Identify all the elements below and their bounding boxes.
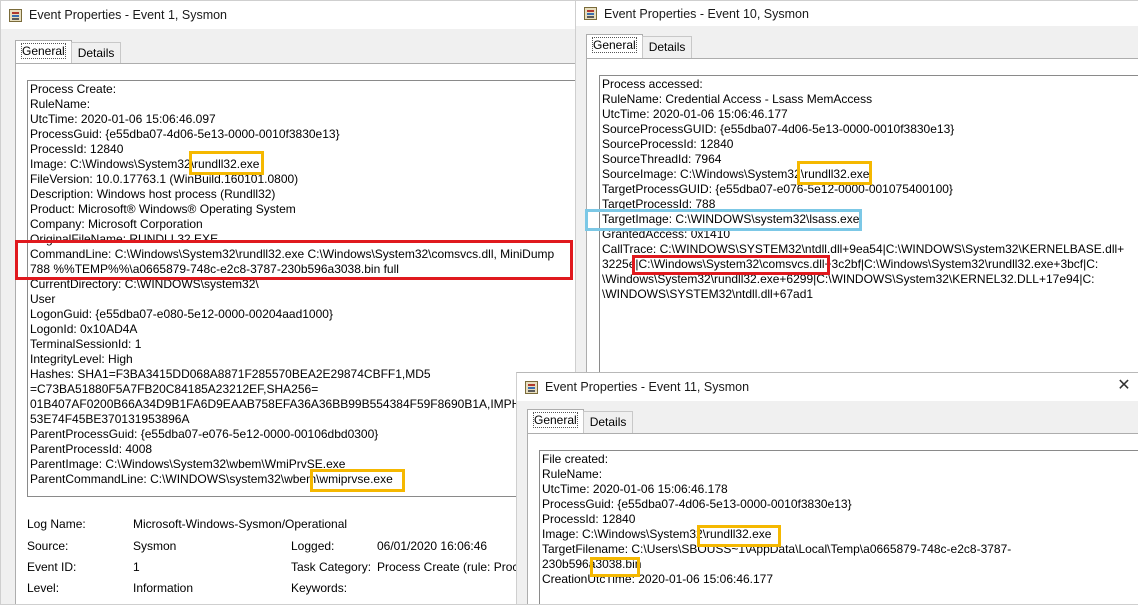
event-10-description-box[interactable]: Process accessed: RuleName: Credential A… [599,75,1138,373]
tab-details[interactable]: Details [641,36,693,58]
detail-line: 230b596a3038.bin [542,557,642,571]
detail-line: Image: C:\Windows\System32\rundll32.exe [30,157,260,171]
level-value: Information [133,581,194,595]
detail-line: RuleName: Credential Access - Lsass MemA… [602,92,873,106]
event-1-title: Event Properties - Event 1, Sysmon [29,8,228,22]
event-1-window: Event Properties - Event 1, Sysmon Gener… [0,0,576,605]
event-1-lines: Process Create: RuleName: UtcTime: 2020-… [30,82,575,487]
detail-line: 53E74F45BE370131953896A [30,412,190,426]
detail-line: ProcessId: 12840 [30,142,124,156]
event-id-value: 1 [133,560,140,574]
detail-line: RuleName: [542,467,603,481]
detail-line: OriginalFileName: RUNDLL32.EXE [30,232,219,246]
event-11-lines: File created: RuleName: UtcTime: 2020-01… [542,452,1138,587]
detail-line: File created: [542,452,609,466]
detail-line: Process Create: [30,82,117,96]
source-value: Sysmon [133,539,177,553]
detail-line: TargetProcessGUID: {e55dba07-e076-5e12-0… [602,182,953,196]
event-11-title: Event Properties - Event 11, Sysmon [545,380,750,394]
detail-line: ParentProcessId: 4008 [30,442,153,456]
tab-details[interactable]: Details [582,411,634,433]
detail-line: LogonId: 0x10AD4A [30,322,138,336]
log-name-value: Microsoft-Windows-Sysmon/Operational [133,517,348,531]
tab-general[interactable]: General [586,34,643,58]
detail-line: ParentCommandLine: C:\WINDOWS\system32\w… [30,472,393,486]
detail-line: ProcessGuid: {e55dba07-4d06-5e13-0000-00… [542,497,852,511]
detail-line: CommandLine: C:\Windows\System32\rundll3… [30,247,555,261]
event-11-description-box[interactable]: File created: RuleName: UtcTime: 2020-01… [539,450,1138,604]
event-id-label: Event ID: [27,560,77,574]
detail-line: ParentImage: C:\Windows\System32\wbem\Wm… [30,457,346,471]
event-11-titlebar[interactable]: Event Properties - Event 11, Sysmon ✕ [517,373,1138,401]
detail-line: Hashes: SHA1=F3BA3415DD068A8871F285570BE… [30,367,431,381]
task-category-label: Task Category: [291,560,372,574]
detail-line: 01B407AF0200B66A34D9B1FA6D9EAAB758EFA36A… [30,397,567,411]
tab-general[interactable]: General [527,409,584,433]
detail-line: UtcTime: 2020-01-06 15:06:46.177 [602,107,788,121]
detail-line: RuleName: [30,97,91,111]
level-label: Level: [27,581,60,595]
detail-line: CurrentDirectory: C:\WINDOWS\system32\ [30,277,259,291]
detail-line: TargetProcessId: 788 [602,197,716,211]
event-viewer-icon [9,8,22,22]
keywords-label: Keywords: [291,581,348,595]
logged-label: Logged: [291,539,335,553]
detail-line: CallTrace: C:\WINDOWS\SYSTEM32\ntdll.dll… [602,242,1125,256]
event-1-metadata: Log Name: Microsoft-Windows-Sysmon/Opera… [27,511,575,604]
event-1-titlebar[interactable]: Event Properties - Event 1, Sysmon [1,1,575,29]
detail-line: Description: Windows host process (Rundl… [30,187,276,201]
detail-line: GrantedAccess: 0x1410 [602,227,731,241]
logged-value: 06/01/2020 16:06:46 [377,539,488,553]
event-10-window: Event Properties - Event 10, Sysmon Gene… [575,0,1138,374]
detail-line: =C73BA51880F5A7FB20C84185A23212EF,SHA256… [30,382,319,396]
detail-line: SourceThreadId: 7964 [602,152,722,166]
redacted-username [88,292,198,306]
event-11-window: Event Properties - Event 11, Sysmon ✕ Ge… [516,372,1138,605]
detail-line: \WINDOWS\SYSTEM32\ntdll.dll+67ad1 [602,287,814,301]
detail-line: Product: Microsoft® Windows® Operating S… [30,202,296,216]
detail-line: 788 %%TEMP%%\a0665879-748c-e2c8-3787-230… [30,262,399,276]
detail-line: ProcessId: 12840 [542,512,636,526]
event-viewer-icon [525,380,538,394]
detail-line: SourceImage: C:\Windows\System32\rundll3… [602,167,870,181]
event-viewer-icon [584,7,597,20]
source-label: Source: [27,539,69,553]
detail-line: 3225e|C:\Windows\System32\comsvcs.dll+3c… [602,257,1099,271]
detail-line: CreationUtcTime: 2020-01-06 15:06:46.177 [542,572,774,586]
detail-line: ParentProcessGuid: {e55dba07-e076-5e12-0… [30,427,379,441]
detail-line: Image: C:\Windows\System32\rundll32.exe [542,527,772,541]
detail-line: TargetImage: C:\WINDOWS\system32\lsass.e… [602,212,860,226]
event-10-title: Event Properties - Event 10, Sysmon [604,6,809,21]
task-category-value: Process Create (rule: Proce [377,560,526,574]
event-10-lines: Process accessed: RuleName: Credential A… [602,77,1138,302]
detail-line: SourceProcessId: 12840 [602,137,734,151]
tab-general[interactable]: General [15,40,72,64]
log-name-label: Log Name: [27,517,86,531]
detail-line: FileVersion: 10.0.17763.1 (WinBuild.1601… [30,172,299,186]
detail-line: TargetFilename: C:\Users\SBOUSS~1\AppDat… [542,542,1012,556]
detail-line: UtcTime: 2020-01-06 15:06:46.097 [30,112,216,126]
detail-line: Process accessed: [602,77,703,91]
detail-line: TerminalSessionId: 1 [30,337,142,351]
detail-line: ProcessGuid: {e55dba07-4d06-5e13-0000-00… [30,127,340,141]
close-icon[interactable]: ✕ [1115,377,1133,395]
detail-line: Company: Microsoft Corporation [30,217,203,231]
detail-line: LogonGuid: {e55dba07-e080-5e12-0000-0020… [30,307,333,321]
detail-line: UtcTime: 2020-01-06 15:06:46.178 [542,482,728,496]
detail-line: \Windows\System32\rundll32.exe+6299|C:\W… [602,272,1095,286]
tab-details[interactable]: Details [70,42,122,64]
event-10-titlebar[interactable]: Event Properties - Event 10, Sysmon [576,1,1138,26]
event-1-description-box[interactable]: Process Create: RuleName: UtcTime: 2020-… [27,80,575,497]
detail-line: SourceProcessGUID: {e55dba07-4d06-5e13-0… [602,122,955,136]
detail-line: IntegrityLevel: High [30,352,133,366]
